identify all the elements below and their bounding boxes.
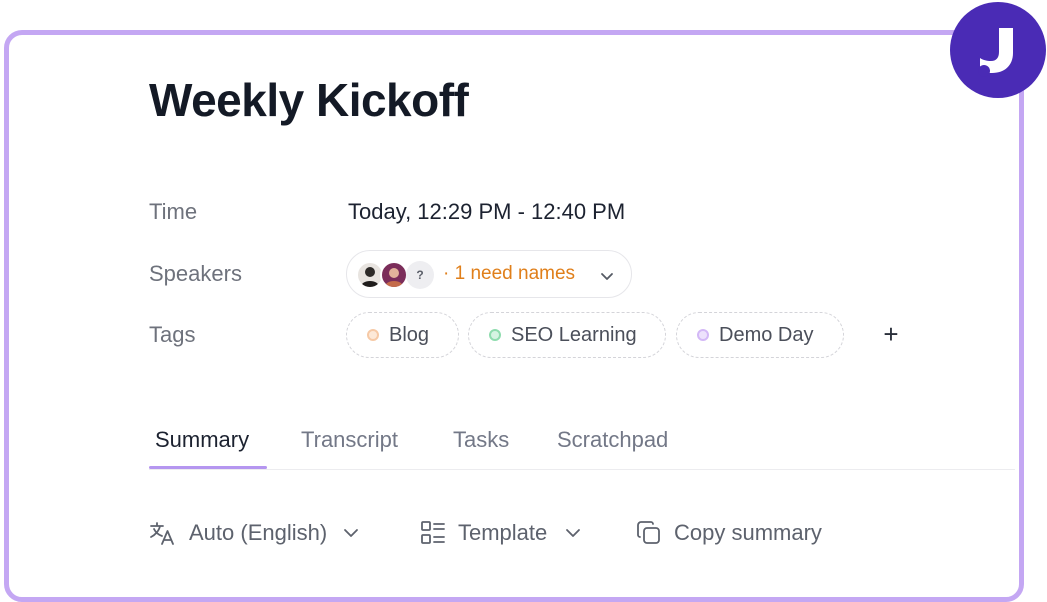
tag-label: Demo Day (719, 324, 814, 346)
tab-summary[interactable]: Summary (155, 427, 249, 453)
template-selector[interactable]: Template (420, 514, 581, 552)
chevron-down-icon (343, 528, 359, 538)
translate-icon (149, 520, 177, 546)
template-label: Template (458, 520, 548, 545)
copy-summary-button[interactable]: Copy summary (636, 514, 822, 552)
tag-blog[interactable]: Blog (346, 312, 459, 358)
speakers-label: Speakers (149, 261, 242, 286)
tag-demo-day[interactable]: Demo Day (676, 312, 844, 358)
tag-color-dot (697, 329, 709, 341)
active-tab-indicator (149, 466, 267, 469)
tab-tasks[interactable]: Tasks (453, 427, 509, 453)
tab-scratchpad[interactable]: Scratchpad (557, 427, 668, 453)
tag-color-dot (367, 329, 379, 341)
tabs-divider (149, 469, 1015, 470)
brand-logo-icon (950, 2, 1046, 98)
page-title: Weekly Kickoff (149, 74, 469, 126)
copy-summary-label: Copy summary (674, 520, 822, 545)
tag-color-dot (489, 329, 501, 341)
template-icon (420, 520, 446, 546)
time-value: Today, 12:29 PM - 12:40 PM (348, 199, 626, 224)
tag-label: Blog (389, 324, 430, 346)
tag-seo-learning[interactable]: SEO Learning (468, 312, 666, 358)
add-tag-button[interactable]: + (875, 318, 907, 350)
chevron-down-icon (565, 528, 581, 538)
unknown-speaker-avatar: ? (406, 261, 434, 289)
tag-label: SEO Learning (511, 324, 637, 346)
tags-label: Tags (149, 322, 196, 347)
time-label: Time (149, 199, 198, 224)
speaker-avatar (380, 261, 408, 289)
tab-transcript[interactable]: Transcript (301, 427, 398, 453)
copy-icon (636, 520, 662, 546)
speakers-dropdown[interactable]: ? · 1 need names (346, 250, 632, 298)
need-names-text: · 1 need names (443, 263, 576, 284)
chevron-down-icon (600, 269, 614, 287)
language-label: Auto (English) (189, 520, 328, 545)
language-selector[interactable]: Auto (English) (149, 514, 359, 552)
